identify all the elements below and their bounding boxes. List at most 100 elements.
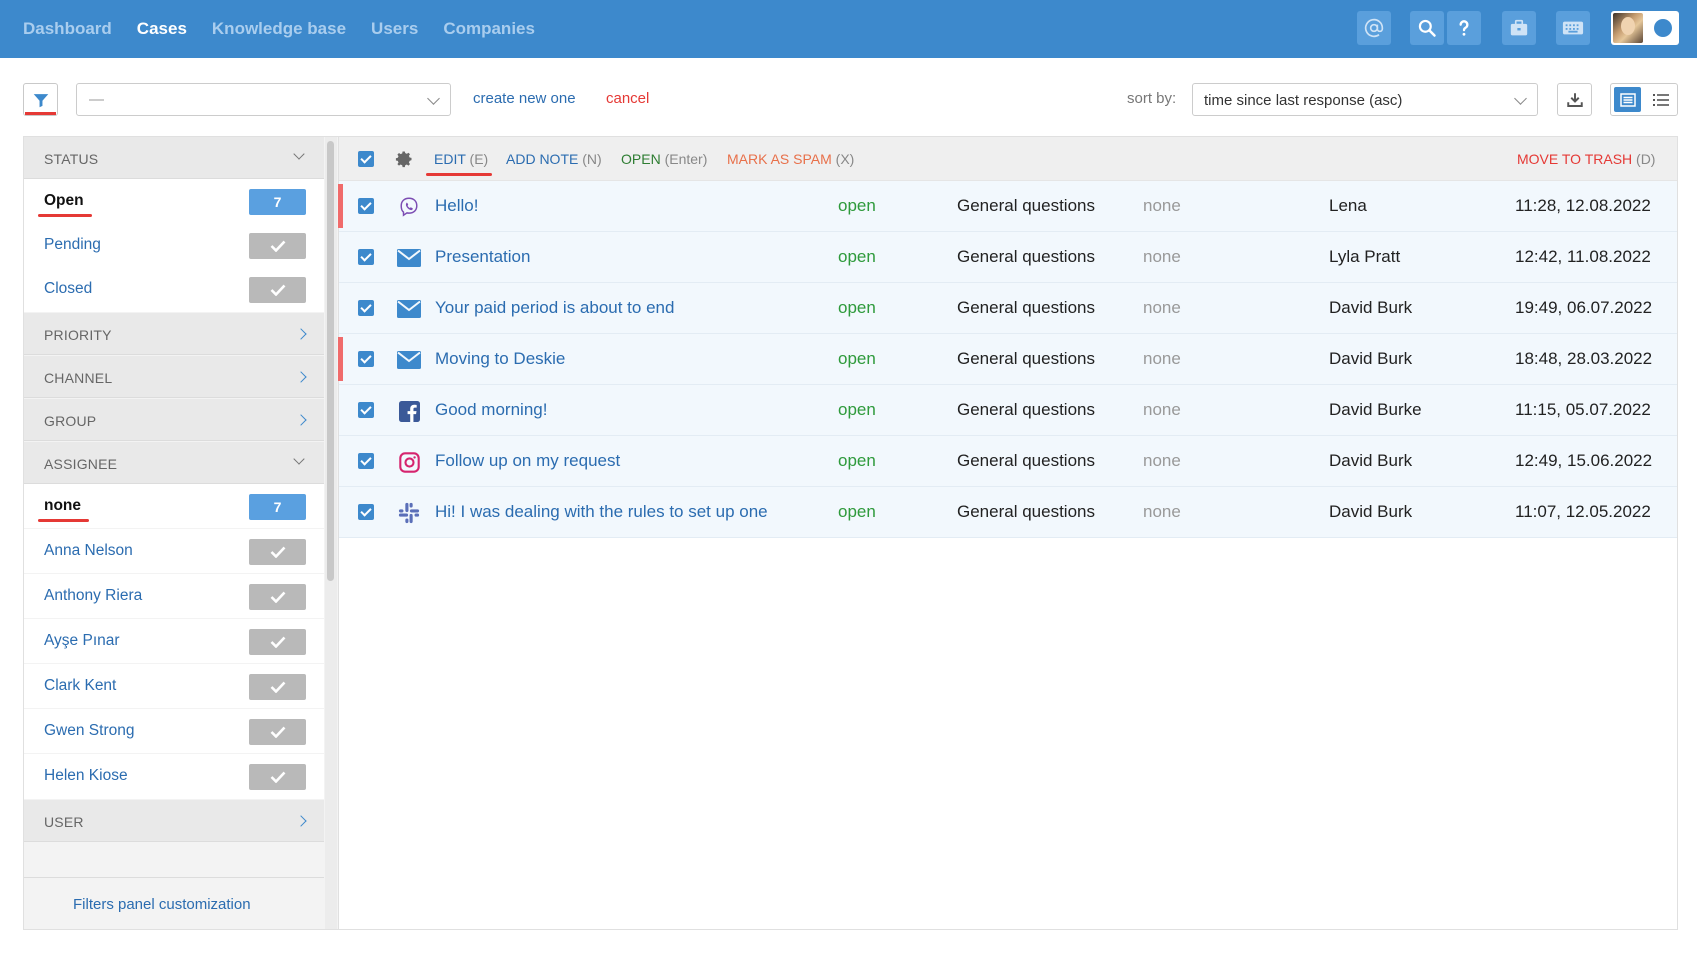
download-icon [1566, 92, 1583, 107]
nav-dashboard[interactable]: Dashboard [23, 19, 112, 39]
case-subject[interactable]: Follow up on my request [435, 451, 620, 471]
case-subject[interactable]: Your paid period is about to end [435, 298, 674, 318]
filter-section-group[interactable]: GROUP [24, 399, 324, 441]
check-toggle[interactable] [249, 629, 306, 655]
settings-button[interactable] [395, 150, 413, 173]
nav-cases[interactable]: Cases [137, 19, 187, 39]
check-toggle[interactable] [249, 584, 306, 610]
keyboard-icon [1562, 21, 1584, 35]
assignee-filter-item[interactable]: Ayşe Pınar [24, 619, 324, 663]
table-row[interactable]: Moving to Deskie open General questions … [338, 334, 1677, 385]
detailed-list-icon [1652, 93, 1669, 106]
status-filter-open[interactable]: Open 7 [24, 179, 324, 223]
select-all-checkbox[interactable] [358, 151, 374, 167]
filter-section-channel[interactable]: CHANNEL [24, 356, 324, 398]
row-checkbox[interactable] [358, 300, 374, 316]
unread-flag [338, 337, 343, 381]
chevron-down-icon [293, 453, 305, 465]
filter-toggle-button[interactable] [23, 83, 58, 116]
search-button[interactable] [1410, 11, 1444, 45]
filter-section-priority[interactable]: PRIORITY [24, 313, 324, 355]
table-row[interactable]: Hi! I was dealing with the rules to set … [339, 487, 1677, 538]
status-filter-closed[interactable]: Closed [24, 267, 324, 312]
sort-value: time since last response (asc) [1204, 92, 1403, 109]
add-note-action[interactable]: ADD NOTE (N) [506, 151, 602, 167]
user-menu[interactable] [1611, 11, 1679, 45]
assignee-filter-item[interactable]: Anna Nelson [24, 529, 324, 573]
status-filter-pending[interactable]: Pending [24, 223, 324, 267]
check-toggle[interactable] [249, 674, 306, 700]
filter-section-assignee[interactable]: ASSIGNEE [24, 442, 324, 484]
mark-as-spam-action[interactable]: MARK AS SPAM (X) [727, 151, 854, 167]
table-row[interactable]: Good morning! open General questions non… [339, 385, 1677, 436]
check-toggle[interactable] [249, 764, 306, 790]
case-subject[interactable]: Hello! [435, 196, 478, 216]
check-toggle[interactable] [249, 539, 306, 565]
case-group: General questions [957, 196, 1095, 215]
case-group: General questions [957, 247, 1095, 266]
table-row[interactable]: Your paid period is about to end open Ge… [339, 283, 1677, 334]
case-date: 12:49, 15.06.2022 [1515, 451, 1653, 470]
edit-action[interactable]: EDIT (E) [425, 151, 493, 176]
chevron-right-icon [295, 815, 307, 827]
row-checkbox[interactable] [358, 402, 374, 418]
case-group: General questions [957, 451, 1095, 470]
row-checkbox[interactable] [358, 249, 374, 265]
table-row[interactable]: Presentation open General questions none… [339, 232, 1677, 283]
filter-section-user[interactable]: USER [24, 800, 324, 842]
filter-section-status[interactable]: STATUS [24, 137, 324, 179]
count-badge: 7 [249, 189, 306, 215]
filter-preset-select[interactable]: — [76, 83, 451, 116]
mentions-button[interactable] [1357, 11, 1391, 45]
case-user: David Burk [1329, 298, 1413, 317]
nav-knowledge-base[interactable]: Knowledge base [212, 19, 346, 39]
section-title: ASSIGNEE [44, 456, 118, 472]
sort-select[interactable]: time since last response (asc) [1192, 83, 1538, 116]
check-toggle[interactable] [249, 233, 306, 259]
filters-panel-customization-link[interactable]: Filters panel customization [73, 896, 251, 913]
assignee-filter-item[interactable]: Gwen Strong [24, 709, 324, 753]
case-priority: none [1143, 349, 1181, 368]
chevron-down-icon [1514, 92, 1527, 105]
online-status-dot [1654, 19, 1672, 37]
create-new-filter-link[interactable]: create new one [473, 90, 576, 107]
nav-users[interactable]: Users [371, 19, 418, 39]
move-to-trash-action[interactable]: MOVE TO TRASH (D) [1517, 151, 1655, 167]
check-icon [270, 591, 285, 603]
case-subject[interactable]: Presentation [435, 247, 530, 267]
open-action[interactable]: OPEN (Enter) [621, 151, 707, 167]
case-subject[interactable]: Good morning! [435, 400, 547, 420]
case-subject[interactable]: Moving to Deskie [435, 349, 565, 369]
case-status: open [838, 196, 876, 215]
keyboard-shortcuts-button[interactable] [1556, 11, 1590, 45]
check-toggle[interactable] [249, 277, 306, 303]
main-nav: Dashboard Cases Knowledge base Users Com… [23, 0, 535, 58]
cancel-filter-link[interactable]: cancel [606, 90, 649, 107]
assignee-filter-none[interactable]: none 7 [24, 484, 324, 528]
row-checkbox[interactable] [358, 198, 374, 214]
row-checkbox[interactable] [358, 351, 374, 367]
check-toggle[interactable] [249, 719, 306, 745]
case-user: Lyla Pratt [1329, 247, 1401, 266]
table-row[interactable]: Follow up on my request open General que… [339, 436, 1677, 487]
table-row[interactable]: Hello! open General questions none Lena … [338, 181, 1677, 232]
case-subject[interactable]: Hi! I was dealing with the rules to set … [435, 502, 768, 522]
case-user: Lena [1329, 196, 1367, 215]
assignee-filter-item[interactable]: Anthony Riera [24, 574, 324, 618]
assignee-filter-item[interactable]: Clark Kent [24, 664, 324, 708]
case-group: General questions [957, 400, 1095, 419]
row-checkbox[interactable] [358, 453, 374, 469]
compact-view-button[interactable] [1614, 87, 1641, 112]
download-button[interactable] [1557, 83, 1592, 116]
nav-companies[interactable]: Companies [443, 19, 535, 39]
section-title: CHANNEL [44, 370, 113, 386]
filters-scrollbar-thumb[interactable] [327, 141, 334, 581]
case-status: open [838, 247, 876, 266]
expanded-view-button[interactable] [1647, 87, 1674, 112]
help-button[interactable] [1447, 11, 1481, 45]
briefcase-button[interactable] [1502, 11, 1536, 45]
row-checkbox[interactable] [358, 504, 374, 520]
assignee-filter-item[interactable]: Helen Kiose [24, 754, 324, 799]
filter-label: Anna Nelson [44, 542, 133, 559]
trash-shortcut: (D) [1636, 151, 1656, 167]
